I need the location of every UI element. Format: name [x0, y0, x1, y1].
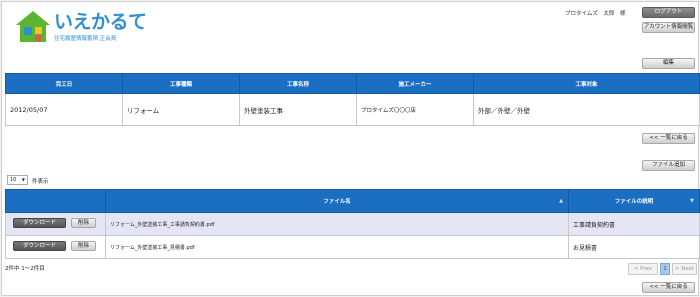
col-file-name[interactable]: ファイル名 ▲ [105, 189, 569, 213]
work-type: リフォーム [122, 93, 240, 126]
account-info-button[interactable]: アカウント情報閲覧 [642, 22, 695, 33]
house-logo-icon [16, 11, 50, 42]
table-row: ダウンロード 削除 リフォーム_外壁塗装工事_工事請負契約書.pdf 工事請負契… [5, 212, 700, 236]
edit-button[interactable]: 編集 [642, 58, 695, 69]
back-to-list-bottom-button[interactable]: << 一覧に戻る [642, 282, 695, 293]
next-page-button[interactable]: > Next [672, 263, 697, 275]
file-name[interactable]: リフォーム_外壁塗装工事_見積書.pdf [105, 235, 569, 259]
user-name: プロタイムズ 太郎 様 [565, 11, 626, 17]
page-length-select[interactable]: 10 ▼ [7, 175, 28, 185]
record-count: 2件中 1〜2件目 [5, 266, 45, 272]
logo[interactable]: いえかるて 住宅履歴情報蓄積 正会員 [14, 9, 147, 45]
work-info-row: 2012/05/07 リフォーム 外壁塗装工事 プロタイムズ〇〇〇店 外部／外壁… [5, 93, 700, 126]
work-info-table: 完工日 工事種類 工事名称 施工メーカー 工事対象 2012/05/07 リフォ… [5, 73, 700, 126]
page-length-value: 10 [10, 177, 17, 183]
col-maker: 施工メーカー [356, 73, 474, 94]
chevron-down-icon: ▼ [21, 177, 25, 182]
row-actions: ダウンロード 削除 [5, 235, 106, 259]
col-file-description-label: ファイルの説明 [614, 199, 654, 205]
col-actions [5, 189, 106, 213]
col-completion-date: 完工日 [5, 73, 123, 94]
work-target: 外部／外壁／外壁 [473, 93, 700, 126]
download-button[interactable]: ダウンロード [13, 218, 66, 228]
sort-icon: ▼ [690, 198, 694, 204]
page-length-label: 件表示 [32, 179, 49, 185]
current-page[interactable]: 1 [660, 263, 670, 275]
work-info-header-row: 完工日 工事種類 工事名称 施工メーカー 工事対象 [5, 73, 700, 94]
logout-button[interactable]: ログアウト [642, 7, 695, 18]
delete-button[interactable]: 削除 [71, 218, 96, 228]
file-description: お見積書 [568, 235, 700, 259]
page-frame: いえかるて 住宅履歴情報蓄積 正会員 プロタイムズ 太郎 様 ログアウト アカウ… [1, 1, 700, 296]
files-table: ファイル名 ▲ ファイルの説明 ▼ ダウンロード 削除 リフォーム_外壁塗装工事… [5, 189, 700, 259]
logo-text: いえかるて [54, 11, 147, 33]
files-header-row: ファイル名 ▲ ファイルの説明 ▼ [5, 189, 700, 213]
work-name: 外壁塗装工事 [239, 93, 357, 126]
table-row: ダウンロード 削除 リフォーム_外壁塗装工事_見積書.pdf お見積書 [5, 235, 700, 259]
file-name[interactable]: リフォーム_外壁塗装工事_工事請負契約書.pdf [105, 212, 569, 236]
download-button[interactable]: ダウンロード [13, 241, 66, 251]
col-work-name: 工事名称 [239, 73, 357, 94]
maker: プロタイムズ〇〇〇店 [356, 93, 474, 126]
file-description: 工事請負契約書 [568, 212, 700, 236]
col-file-name-label: ファイル名 [323, 199, 351, 205]
delete-button[interactable]: 削除 [71, 241, 96, 251]
col-file-description[interactable]: ファイルの説明 ▼ [568, 189, 700, 213]
col-work-type: 工事種類 [122, 73, 240, 94]
back-to-list-button[interactable]: << 一覧に戻る [642, 133, 695, 144]
logo-subtext: 住宅履歴情報蓄積 正会員 [54, 36, 117, 42]
prev-page-button[interactable]: < Prev [628, 263, 658, 275]
row-actions: ダウンロード 削除 [5, 212, 106, 236]
col-work-target: 工事対象 [473, 73, 700, 94]
sort-icon: ▲ [559, 198, 563, 204]
add-file-button[interactable]: ファイル追加 [642, 160, 695, 171]
completion-date: 2012/05/07 [5, 93, 123, 126]
